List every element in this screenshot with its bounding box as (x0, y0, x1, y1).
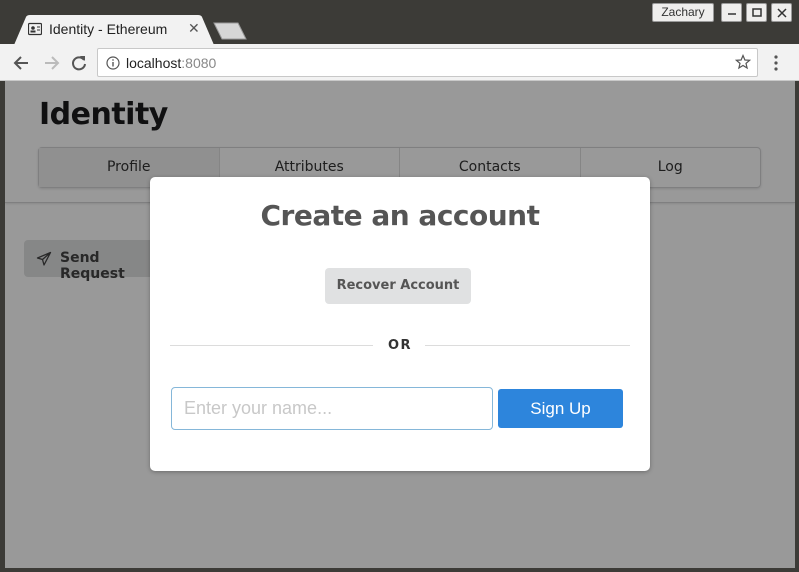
url-text: localhost:8080 (126, 55, 217, 71)
close-window-button[interactable] (771, 3, 792, 22)
maximize-icon (752, 8, 762, 17)
maximize-button[interactable] (746, 3, 767, 22)
address-bar[interactable]: localhost:8080 (97, 48, 758, 77)
recover-account-button[interactable]: Recover Account (325, 268, 471, 304)
minimize-button[interactable] (721, 3, 742, 22)
page-viewport: Identity Profile Attributes Contacts Log… (5, 81, 795, 568)
browser-tab[interactable]: Identity - Ethereum ✕ (14, 15, 214, 45)
new-tab-button[interactable] (212, 22, 248, 40)
forward-icon[interactable] (41, 53, 61, 73)
browser-toolbar: localhost:8080 (0, 44, 799, 81)
bookmark-star-icon[interactable] (735, 54, 751, 70)
close-icon (777, 8, 787, 18)
name-input[interactable] (171, 387, 493, 430)
back-icon[interactable] (12, 53, 32, 73)
browser-menu-icon[interactable] (770, 53, 782, 73)
sign-up-button[interactable]: Sign Up (498, 389, 623, 428)
modal-title: Create an account (260, 199, 540, 232)
tab-close-icon[interactable]: ✕ (188, 20, 200, 37)
reload-icon[interactable] (69, 53, 89, 73)
create-account-modal: Create an account Recover Account OR Sig… (150, 177, 650, 471)
divider-line-right (425, 345, 630, 346)
window-titlebar: Zachary Identity - Ethereum ✕ (0, 0, 799, 45)
minimize-icon (728, 13, 736, 15)
contact-card-icon (28, 22, 42, 36)
info-icon[interactable] (106, 56, 120, 70)
profile-user-button[interactable]: Zachary (652, 3, 714, 22)
tab-title: Identity - Ethereum (49, 21, 168, 37)
